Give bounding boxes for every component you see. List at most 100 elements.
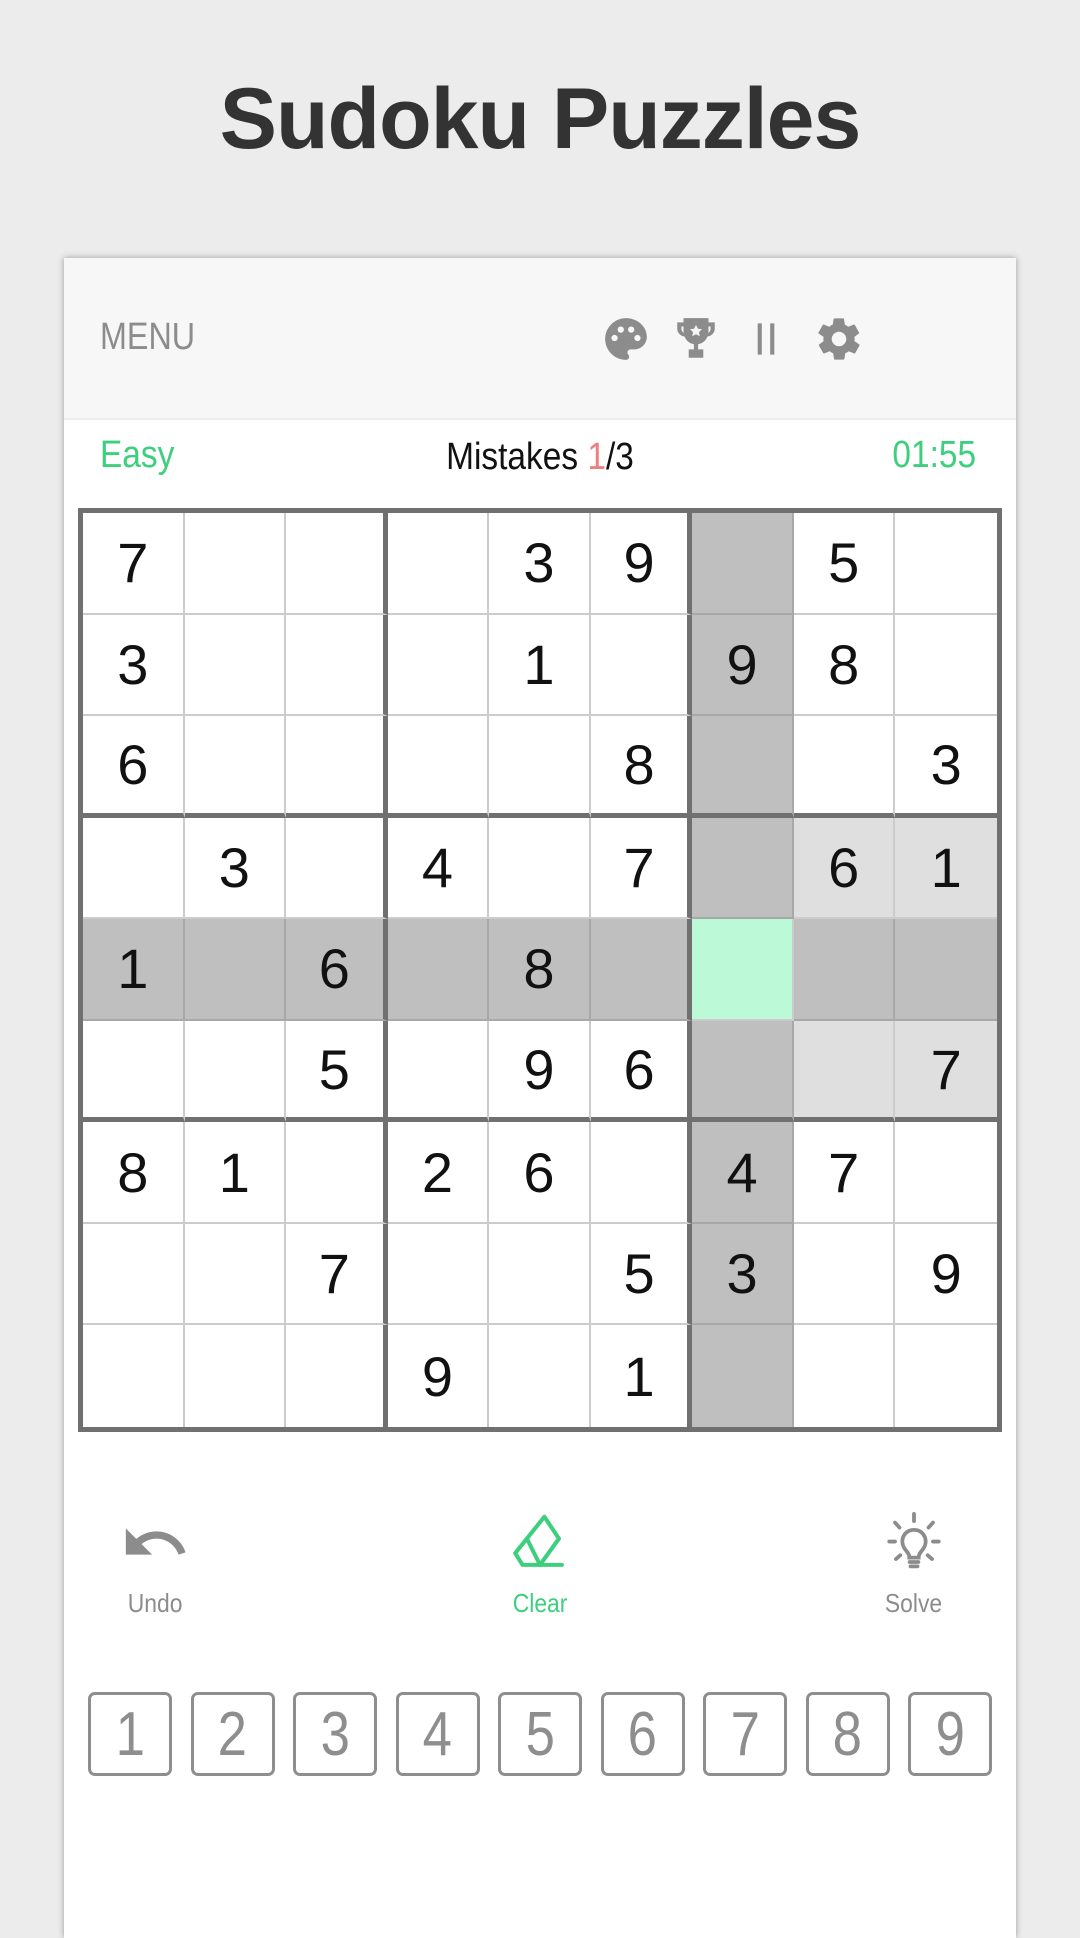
grid-cell[interactable] bbox=[793, 1223, 896, 1326]
grid-cell[interactable]: 5 bbox=[590, 1223, 693, 1326]
grid-cell[interactable] bbox=[185, 1325, 287, 1427]
grid-cell[interactable]: 8 bbox=[793, 614, 896, 717]
grid-cell[interactable]: 6 bbox=[286, 919, 388, 1021]
menu-button[interactable]: MENU bbox=[100, 316, 195, 359]
grid-cell[interactable]: 1 bbox=[184, 1122, 287, 1224]
clear-button[interactable]: Clear bbox=[470, 1508, 610, 1619]
grid-cell[interactable]: 5 bbox=[793, 513, 896, 615]
grid-cell[interactable] bbox=[794, 1325, 896, 1427]
grid-cell[interactable] bbox=[387, 1020, 490, 1123]
grid-cell[interactable] bbox=[692, 817, 794, 920]
grid-cell[interactable]: 8 bbox=[590, 716, 693, 818]
grid-cell[interactable]: 7 bbox=[590, 817, 693, 920]
grid-cell[interactable] bbox=[793, 1020, 896, 1123]
grid-cell[interactable] bbox=[590, 614, 693, 717]
grid-cell[interactable]: 3 bbox=[895, 716, 997, 818]
grid-cell[interactable] bbox=[590, 919, 693, 1021]
grid-cell[interactable] bbox=[286, 1122, 388, 1224]
pause-button[interactable] bbox=[741, 314, 791, 364]
number-button-5[interactable]: 5 bbox=[498, 1692, 582, 1776]
grid-cell[interactable]: 3 bbox=[184, 817, 287, 920]
grid-cell[interactable]: 6 bbox=[83, 716, 185, 818]
number-button-6[interactable]: 6 bbox=[600, 1692, 685, 1776]
grid-cell[interactable] bbox=[387, 919, 490, 1021]
grid-cell[interactable]: 4 bbox=[692, 1122, 794, 1224]
grid-cell[interactable] bbox=[387, 1223, 490, 1326]
grid-cell[interactable]: 4 bbox=[387, 817, 490, 920]
grid-cell[interactable]: 3 bbox=[489, 513, 591, 615]
grid-cell[interactable] bbox=[895, 1122, 997, 1224]
grid-cell[interactable] bbox=[387, 513, 490, 615]
grid-cell[interactable]: 1 bbox=[489, 614, 591, 717]
theme-button[interactable] bbox=[601, 314, 651, 364]
grid-cell[interactable] bbox=[387, 716, 490, 818]
grid-cell[interactable]: 2 bbox=[387, 1122, 490, 1224]
grid-cell[interactable]: 5 bbox=[286, 1020, 388, 1123]
grid-cell[interactable]: 9 bbox=[388, 1325, 490, 1427]
grid-cell[interactable] bbox=[692, 1020, 794, 1123]
grid-cell[interactable]: 3 bbox=[692, 1223, 794, 1326]
number-button-8[interactable]: 8 bbox=[805, 1692, 890, 1776]
grid-cell[interactable]: 8 bbox=[83, 1122, 185, 1224]
mistakes-count: 1 bbox=[587, 436, 606, 478]
grid-cell[interactable] bbox=[83, 1020, 185, 1123]
grid-cell[interactable] bbox=[692, 513, 794, 615]
number-button-7[interactable]: 7 bbox=[703, 1692, 787, 1776]
grid-cell[interactable] bbox=[692, 1325, 794, 1427]
number-button-1[interactable]: 1 bbox=[88, 1692, 172, 1776]
grid-cell[interactable]: 7 bbox=[895, 1020, 997, 1123]
grid-cell[interactable] bbox=[489, 817, 591, 920]
grid-cell[interactable] bbox=[895, 615, 997, 717]
grid-cell[interactable] bbox=[184, 716, 287, 818]
grid-cell[interactable] bbox=[83, 817, 185, 920]
grid-cell[interactable] bbox=[692, 919, 794, 1021]
grid-cell[interactable]: 9 bbox=[489, 1020, 591, 1123]
undo-button[interactable]: Undo bbox=[85, 1508, 225, 1619]
grid-cell[interactable] bbox=[184, 1223, 287, 1326]
grid-cell[interactable] bbox=[895, 919, 997, 1021]
grid-cell[interactable] bbox=[489, 1223, 591, 1326]
achievements-button[interactable] bbox=[671, 314, 721, 364]
grid-cell[interactable] bbox=[184, 919, 287, 1021]
settings-button[interactable] bbox=[814, 314, 864, 364]
grid-cell[interactable]: 9 bbox=[692, 614, 794, 717]
grid-cell[interactable]: 7 bbox=[286, 1223, 388, 1326]
number-button-4[interactable]: 4 bbox=[395, 1692, 480, 1776]
grid-cell[interactable]: 1 bbox=[83, 919, 185, 1021]
grid-cell[interactable]: 1 bbox=[895, 817, 997, 920]
grid-cell[interactable] bbox=[793, 919, 896, 1021]
grid-cell[interactable] bbox=[286, 1325, 388, 1427]
grid-cell[interactable]: 9 bbox=[590, 513, 693, 615]
grid-cell[interactable] bbox=[590, 1122, 693, 1224]
grid-cell[interactable]: 7 bbox=[793, 1122, 896, 1224]
grid-cell[interactable] bbox=[489, 1325, 591, 1427]
number-button-9[interactable]: 9 bbox=[908, 1692, 992, 1776]
grid-cell[interactable] bbox=[184, 614, 287, 717]
grid-cell[interactable] bbox=[793, 716, 896, 818]
grid-cell[interactable] bbox=[895, 513, 997, 615]
number-button-3[interactable]: 3 bbox=[293, 1692, 377, 1776]
grid-cell[interactable]: 1 bbox=[591, 1325, 693, 1427]
grid-cell[interactable] bbox=[387, 614, 490, 717]
grid-cell[interactable]: 6 bbox=[590, 1020, 693, 1123]
grid-cell[interactable] bbox=[286, 614, 388, 717]
grid-cell[interactable] bbox=[184, 1020, 287, 1123]
grid-cell[interactable] bbox=[83, 1223, 185, 1326]
grid-cell[interactable] bbox=[286, 716, 388, 818]
grid-cell[interactable]: 6 bbox=[793, 817, 896, 920]
grid-cell[interactable]: 9 bbox=[895, 1224, 997, 1326]
grid-cell[interactable] bbox=[895, 1325, 997, 1427]
grid-cell[interactable] bbox=[286, 513, 388, 615]
number-button-2[interactable]: 2 bbox=[190, 1692, 275, 1776]
grid-cell[interactable] bbox=[184, 513, 287, 615]
grid-cell[interactable]: 6 bbox=[489, 1122, 591, 1224]
solve-button[interactable]: Solve bbox=[844, 1508, 984, 1619]
grid-cell[interactable]: 8 bbox=[489, 919, 591, 1021]
grid-cell[interactable] bbox=[286, 817, 388, 920]
grid-cell[interactable] bbox=[489, 716, 591, 818]
page-title: Sudoku Puzzles bbox=[219, 71, 862, 167]
grid-cell[interactable]: 3 bbox=[83, 614, 185, 717]
grid-cell[interactable] bbox=[83, 1325, 185, 1427]
grid-cell[interactable]: 7 bbox=[83, 513, 185, 615]
grid-cell[interactable] bbox=[692, 716, 794, 818]
